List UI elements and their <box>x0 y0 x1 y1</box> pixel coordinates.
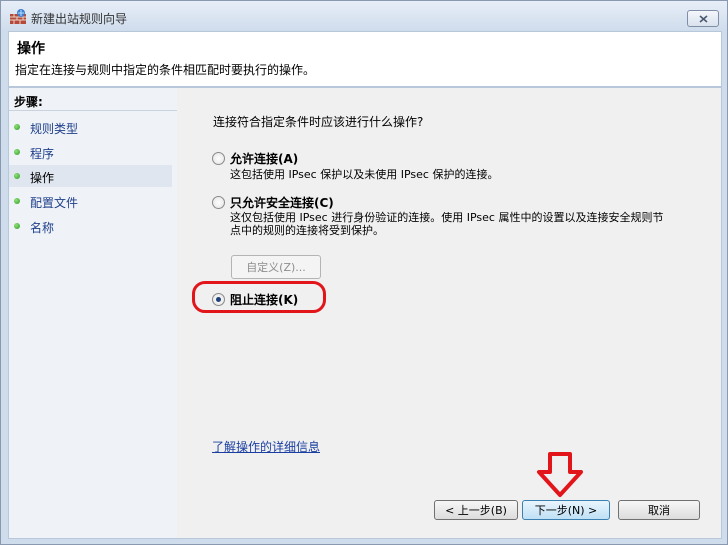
allow-secure-radio[interactable] <box>212 196 225 209</box>
back-button[interactable]: < 上一步(B) <box>434 500 518 520</box>
down-arrow-annotation-icon <box>537 452 583 497</box>
highlight-annotation <box>192 281 326 313</box>
step-label: 规则类型 <box>30 122 79 136</box>
allow-connection-desc: 这包括使用 IPsec 保护以及未使用 IPsec 保护的连接。 <box>230 168 499 181</box>
allow-connection-radio[interactable] <box>212 152 225 165</box>
wizard-window: 新建出站规则向导 操作 指定在连接与规则中指定的条件相匹配时要执行的操作。 步骤… <box>0 0 728 545</box>
step-bullet-icon <box>14 124 20 130</box>
steps-divider <box>9 110 177 111</box>
step-label: 名称 <box>30 221 55 235</box>
title-bar: 新建出站规则向导 <box>1 1 727 31</box>
next-button[interactable]: 下一步(N) > <box>522 500 610 520</box>
allow-secure-label[interactable]: 只允许安全连接(C) <box>230 194 334 211</box>
step-label: 程序 <box>30 147 55 161</box>
step-label: 配置文件 <box>30 196 79 210</box>
content-pane: 连接符合指定条件时应该进行什么操作? 允许连接(A) 这包括使用 IPsec 保… <box>177 88 721 538</box>
cancel-button[interactable]: 取消 <box>618 500 700 520</box>
step-label: 操作 <box>30 171 55 185</box>
firewall-icon <box>10 9 26 24</box>
close-icon <box>698 14 708 23</box>
allow-connection-label[interactable]: 允许连接(A) <box>230 150 298 167</box>
wizard-body: 步骤: 规则类型 程序 操作 配置文件 名称 连接符合指定条件时应该进行什么操作… <box>8 87 722 539</box>
steps-sidebar: 步骤: 规则类型 程序 操作 配置文件 名称 <box>9 88 178 538</box>
step-program[interactable]: 程序 <box>9 141 172 163</box>
step-name[interactable]: 名称 <box>9 215 172 237</box>
customize-button[interactable]: 自定义(Z)... <box>231 255 321 279</box>
step-bullet-icon <box>14 223 20 229</box>
window-title: 新建出站规则向导 <box>31 12 128 26</box>
page-header: 操作 指定在连接与规则中指定的条件相匹配时要执行的操作。 <box>8 31 722 87</box>
learn-more-link[interactable]: 了解操作的详细信息 <box>212 438 320 455</box>
page-title: 操作 <box>17 41 45 57</box>
step-bullet-icon <box>14 149 20 155</box>
close-button[interactable] <box>687 10 719 27</box>
step-bullet-icon <box>14 173 20 179</box>
step-rule-type[interactable]: 规则类型 <box>9 116 172 138</box>
action-question: 连接符合指定条件时应该进行什么操作? <box>213 115 424 129</box>
allow-secure-desc: 这仅包括使用 IPsec 进行身份验证的连接。使用 IPsec 属性中的设置以及… <box>230 211 664 237</box>
steps-label: 步骤: <box>14 95 43 109</box>
page-description: 指定在连接与规则中指定的条件相匹配时要执行的操作。 <box>15 63 316 77</box>
step-action[interactable]: 操作 <box>9 165 172 187</box>
step-profile[interactable]: 配置文件 <box>9 190 172 212</box>
step-bullet-icon <box>14 198 20 204</box>
